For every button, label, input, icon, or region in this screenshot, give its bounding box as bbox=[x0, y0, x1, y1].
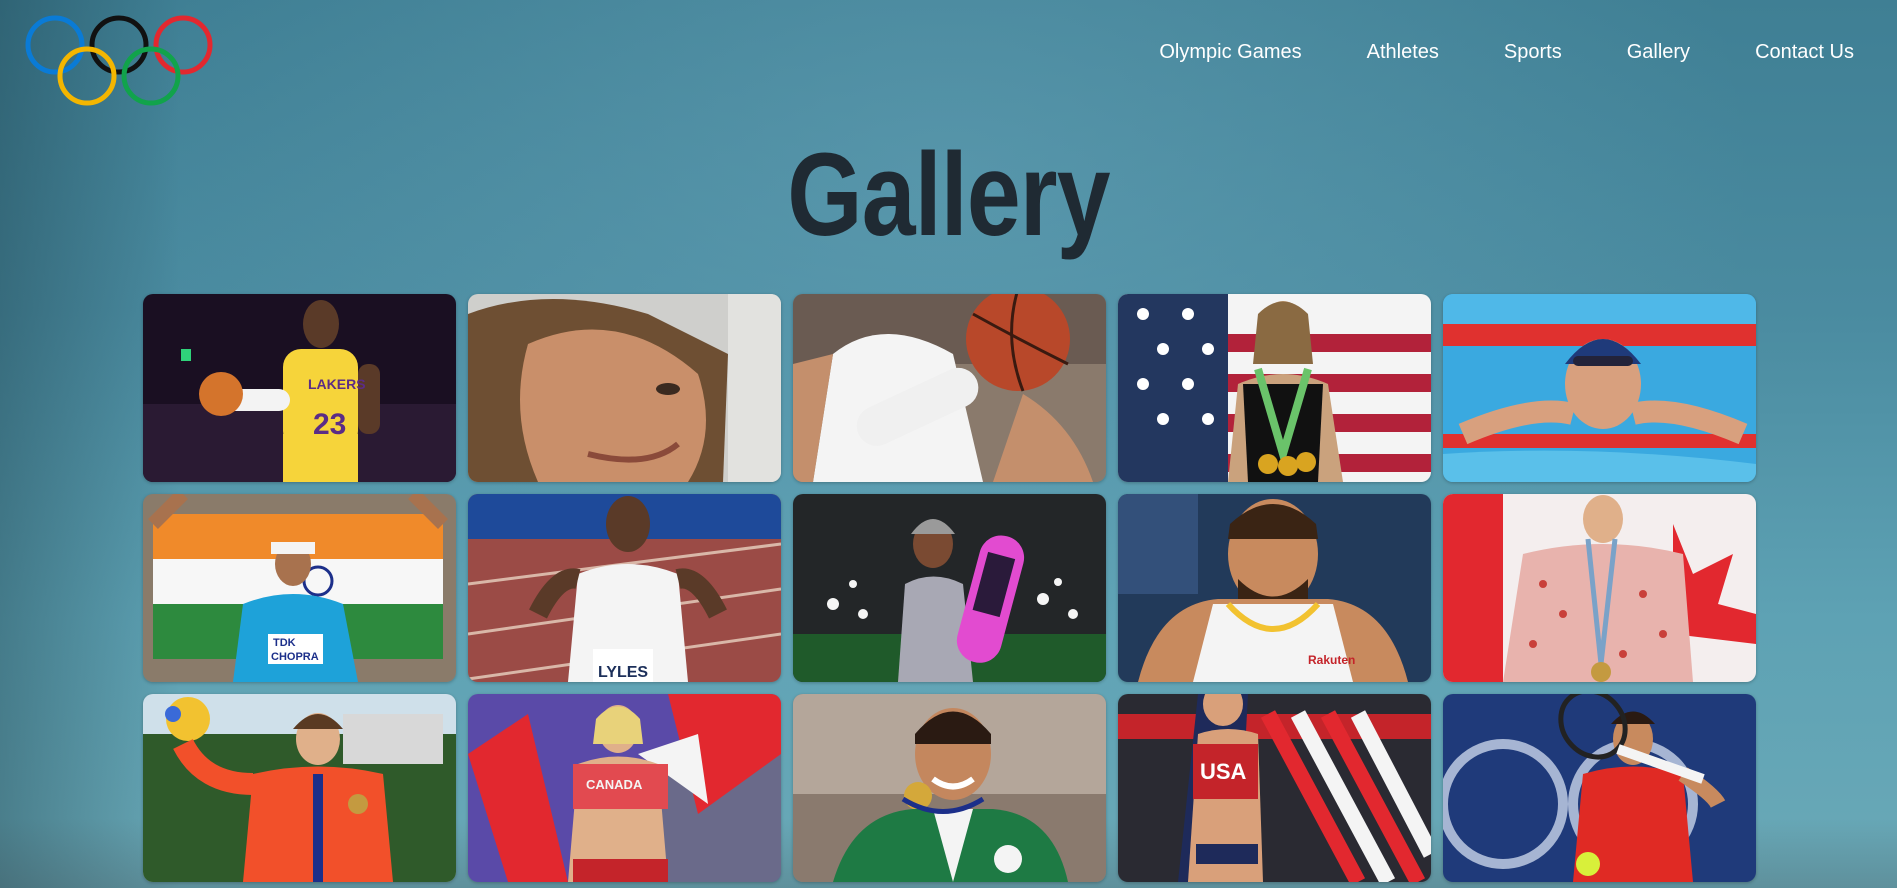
bib-name-text: LYLES bbox=[598, 664, 648, 681]
gallery-photo-15[interactable] bbox=[1443, 694, 1756, 882]
gallery-photo-13[interactable] bbox=[793, 694, 1106, 882]
nav-olympic-games[interactable]: Olympic Games bbox=[1159, 40, 1301, 64]
nav-contact-us[interactable]: Contact Us bbox=[1755, 40, 1854, 64]
gallery-photo-6[interactable]: TDK CHOPRA bbox=[143, 494, 456, 682]
gallery-photo-11[interactable] bbox=[143, 694, 456, 882]
gallery-photo-8[interactable] bbox=[793, 494, 1106, 682]
jersey-sponsor-text: Rakuten bbox=[1308, 653, 1355, 667]
top-country-text: USA bbox=[1200, 759, 1247, 784]
main-nav: Olympic Games Athletes Sports Gallery Co… bbox=[1094, 40, 1854, 64]
nav-athletes[interactable]: Athletes bbox=[1367, 40, 1439, 64]
ring-black bbox=[89, 15, 149, 75]
gallery-photo-2[interactable] bbox=[468, 294, 781, 482]
gallery-photo-1[interactable]: LAKERS 23 bbox=[143, 294, 456, 482]
jersey-number-text: 23 bbox=[313, 408, 346, 441]
ring-red bbox=[153, 15, 213, 75]
ring-yellow bbox=[57, 46, 117, 106]
gallery-photo-12[interactable]: CANADA bbox=[468, 694, 781, 882]
gallery-photo-10[interactable] bbox=[1443, 494, 1756, 682]
photo-gallery-grid: LAKERS 23 TDK CHOPRA LYLES Rakuten CANAD… bbox=[143, 294, 1756, 882]
gallery-photo-14[interactable]: USA bbox=[1118, 694, 1431, 882]
gallery-photo-4[interactable] bbox=[1118, 294, 1431, 482]
gallery-photo-5[interactable] bbox=[1443, 294, 1756, 482]
nav-gallery[interactable]: Gallery bbox=[1627, 40, 1690, 64]
nav-sports[interactable]: Sports bbox=[1504, 40, 1562, 64]
gallery-photo-3[interactable] bbox=[793, 294, 1106, 482]
gallery-photo-9[interactable]: Rakuten bbox=[1118, 494, 1431, 682]
jersey-team-text: LAKERS bbox=[308, 376, 366, 392]
bib-name-text: CHOPRA bbox=[271, 651, 319, 663]
olympic-rings-logo[interactable] bbox=[22, 15, 216, 107]
gallery-photo-7[interactable]: LYLES bbox=[468, 494, 781, 682]
page-title: Gallery bbox=[787, 129, 1110, 261]
ring-green bbox=[121, 46, 181, 106]
bib-sponsor-text: TDK bbox=[273, 637, 296, 649]
top-country-text: CANADA bbox=[586, 777, 643, 792]
ring-blue bbox=[25, 15, 85, 75]
